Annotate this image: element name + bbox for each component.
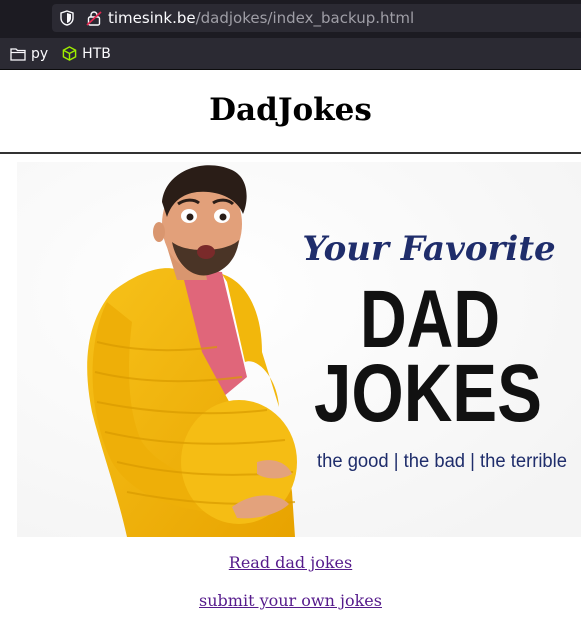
- folder-icon: [10, 47, 26, 61]
- url-host: timesink.be: [108, 9, 196, 27]
- page-links: Read dad jokes submit your own jokes: [0, 553, 581, 610]
- page-title: DadJokes: [209, 92, 372, 128]
- dad-jokes-banner-image: Your Favorite DAD JOKES the good | the b…: [17, 162, 581, 537]
- banner-line1: Your Favorite: [302, 229, 555, 269]
- read-dad-jokes-link[interactable]: Read dad jokes: [229, 553, 352, 572]
- banner-line3: JOKES: [314, 348, 542, 439]
- tracking-protection-shield-icon[interactable]: [60, 10, 74, 26]
- url-path: /dadjokes/index_backup.html: [195, 9, 415, 27]
- insecure-lock-icon[interactable]: [86, 10, 102, 26]
- browser-toolbar: timesink.be/dadjokes/index_backup.html: [0, 0, 581, 38]
- page-header: DadJokes: [0, 70, 581, 154]
- banner-tagline: the good | the bad | the terrible: [317, 451, 567, 472]
- bookmarks-toolbar: py HTB: [0, 38, 581, 70]
- banner-svg: Your Favorite DAD JOKES the good | the b…: [17, 162, 581, 537]
- submit-jokes-link[interactable]: submit your own jokes: [199, 591, 382, 610]
- bookmark-label: HTB: [82, 45, 111, 62]
- bookmark-label: py: [31, 45, 49, 62]
- cube-icon: [62, 46, 77, 61]
- address-bar[interactable]: timesink.be/dadjokes/index_backup.html: [52, 4, 581, 32]
- bookmark-folder-py[interactable]: py: [6, 42, 52, 66]
- bookmark-htb[interactable]: HTB: [58, 42, 115, 66]
- url-text[interactable]: timesink.be/dadjokes/index_backup.html: [108, 9, 414, 27]
